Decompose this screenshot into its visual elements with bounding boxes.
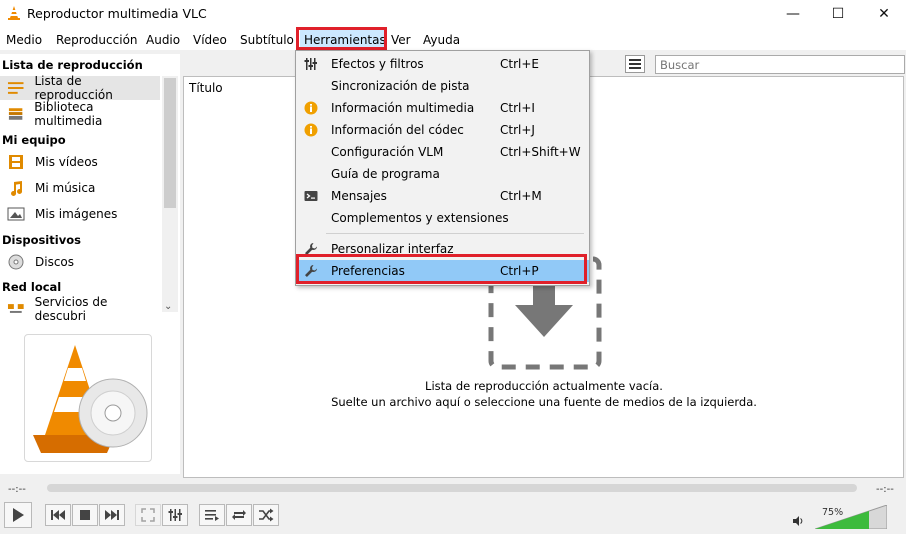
chevron-down-icon[interactable]: ⌄ [164, 301, 172, 312]
sliders-icon [168, 509, 182, 521]
play-icon [13, 508, 24, 522]
fullscreen-icon [141, 508, 155, 522]
sliders-icon [304, 58, 317, 70]
playlist-view-button[interactable] [625, 55, 645, 73]
sidebar-item-discs[interactable]: Discos [0, 250, 160, 274]
sidebar-item-label: Mis vídeos [35, 155, 98, 169]
search-input[interactable] [655, 55, 905, 74]
terminal-icon [304, 191, 318, 201]
menu-medio[interactable]: Medio [6, 33, 42, 47]
menu-ver[interactable]: Ver [391, 33, 411, 47]
column-header-title[interactable]: Título [189, 81, 223, 95]
tools-menu: Efectos y filtros Ctrl+E Sincronización … [295, 50, 590, 286]
sidebar-item-label: Mis imágenes [35, 207, 118, 221]
sidebar-item-media-library[interactable]: Biblioteca multimedia [0, 100, 160, 128]
menu-video[interactable]: Vídeo [193, 33, 227, 47]
menu-item-media-info[interactable]: Información multimedia Ctrl+I [296, 97, 589, 119]
menu-item-track-sync[interactable]: Sincronización de pista [296, 75, 589, 97]
previous-button[interactable] [45, 504, 71, 526]
sidebar-item-my-videos[interactable]: Mis vídeos [0, 150, 160, 174]
playlist-icon [205, 510, 219, 521]
menu-subtitulo[interactable]: Subtítulo [240, 33, 294, 47]
shuffle-icon [259, 508, 274, 522]
menu-item-effects-filters[interactable]: Efectos y filtros Ctrl+E [296, 53, 589, 75]
sidebar-item-label: Lista de reproducción [34, 74, 113, 102]
menu-ayuda[interactable]: Ayuda [423, 33, 460, 47]
seek-slider[interactable] [47, 484, 857, 492]
sidebar-header-playlist: Lista de reproducción [2, 58, 143, 72]
loop-icon [232, 510, 246, 520]
image-icon [7, 207, 25, 221]
sidebar-item-discovery-services[interactable]: Servicios de descubri [0, 295, 160, 323]
toggle-playlist-button[interactable] [199, 504, 225, 526]
empty-playlist-hint: Suelte un archivo aquí o seleccione una … [331, 395, 757, 409]
menu-item-program-guide[interactable]: Guía de programa [296, 163, 589, 185]
sidebar-item-label: Discos [35, 255, 75, 269]
stop-button[interactable] [72, 504, 98, 526]
sidebar-header-local-network: Red local [2, 280, 62, 294]
stop-icon [80, 510, 90, 520]
menu-item-addons[interactable]: Complementos y extensiones [296, 207, 589, 229]
menu-item-codec-info[interactable]: Información del códec Ctrl+J [296, 119, 589, 141]
play-button[interactable] [4, 502, 32, 528]
music-note-icon [11, 181, 23, 196]
sidebar-scrollbar[interactable]: ⌄ [162, 76, 178, 312]
extended-settings-button[interactable] [162, 504, 188, 526]
preferences-highlight-box [296, 254, 587, 284]
menu-reproduccion[interactable]: Reproducción [56, 33, 138, 47]
skip-next-icon [105, 510, 119, 520]
minimize-button[interactable]: — [770, 0, 816, 28]
loop-button[interactable] [226, 504, 252, 526]
network-icon [7, 304, 24, 313]
total-time: --:-- [876, 484, 894, 495]
elapsed-time: --:-- [8, 484, 26, 495]
sidebar-item-my-pictures[interactable]: Mis imágenes [0, 202, 160, 226]
menu-item-messages[interactable]: Mensajes Ctrl+M [296, 185, 589, 207]
menu-separator [326, 233, 584, 234]
album-art [24, 334, 152, 462]
sidebar-item-playlist[interactable]: Lista de reproducción [0, 74, 160, 102]
empty-playlist-message: Lista de reproducción actualmente vacía. [425, 379, 663, 393]
vlc-cone-with-disc-icon [33, 345, 148, 453]
film-icon [9, 155, 23, 169]
volume-slider[interactable] [815, 505, 887, 529]
next-button[interactable] [99, 504, 125, 526]
sidebar-header-my-computer: Mi equipo [2, 133, 66, 147]
info-icon [304, 101, 318, 115]
herramientas-highlight-box [296, 27, 387, 50]
close-button[interactable]: ✕ [861, 0, 906, 28]
sidebar-item-my-music[interactable]: Mi música [0, 176, 160, 200]
window-title: Reproductor multimedia VLC [27, 6, 207, 21]
sidebar-item-label: Servicios de descubri [34, 295, 108, 323]
menu-audio[interactable]: Audio [146, 33, 180, 47]
sidebar-item-label: Biblioteca multimedia [34, 100, 103, 128]
list-view-icon [629, 59, 641, 69]
maximize-button[interactable]: ☐ [815, 0, 861, 28]
menu-item-vlm-config[interactable]: Configuración VLM Ctrl+Shift+W [296, 141, 589, 163]
fullscreen-button[interactable] [135, 504, 161, 526]
disc-icon [8, 254, 24, 270]
info-icon [304, 123, 318, 137]
sidebar-item-label: Mi música [35, 181, 96, 195]
shuffle-button[interactable] [253, 504, 279, 526]
skip-previous-icon [51, 510, 65, 520]
vlc-cone-icon [8, 6, 20, 20]
sidebar-header-devices: Dispositivos [2, 233, 81, 247]
scrollbar-thumb[interactable] [164, 78, 176, 208]
speaker-icon[interactable] [792, 515, 804, 527]
title-bar: Reproductor multimedia VLC — ☐ ✕ [0, 0, 906, 28]
media-library-icon [8, 108, 23, 120]
playlist-icon [7, 82, 24, 94]
